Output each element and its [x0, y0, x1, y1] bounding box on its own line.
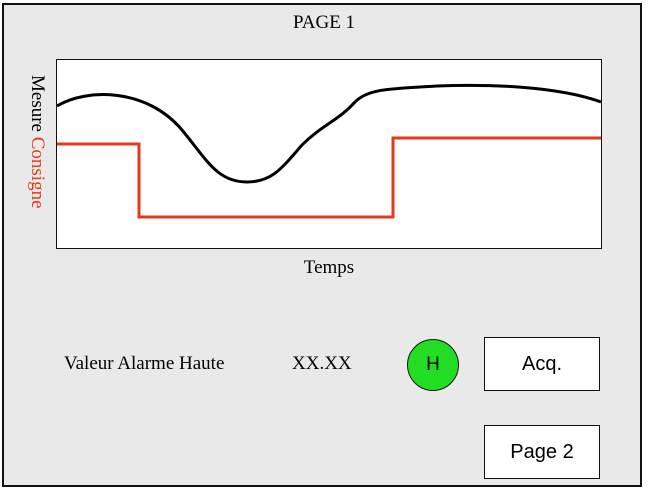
- consigne-line: [57, 136, 601, 219]
- indicator-label: H: [426, 354, 440, 375]
- y-label-consigne: Consigne: [27, 136, 48, 209]
- trend-chart-svg: [57, 83, 601, 219]
- y-label-mesure: Mesure: [27, 75, 48, 132]
- alarm-high-label: Valeur Alarme Haute: [64, 353, 225, 374]
- acknowledge-button[interactable]: Acq.: [484, 337, 600, 391]
- alarm-high-value: XX.XX: [292, 353, 352, 374]
- page-2-button[interactable]: Page 2: [484, 425, 600, 479]
- page-title: PAGE 1: [292, 12, 356, 33]
- page-2-button-label: Page 2: [510, 440, 574, 463]
- screen-frame: PAGE 1 Mesure Consigne Temps Valeur Alar…: [2, 3, 642, 487]
- y-axis-label: Mesure Consigne: [26, 75, 48, 209]
- acknowledge-button-label: Acq.: [521, 352, 563, 375]
- x-axis-label: Temps: [303, 257, 355, 278]
- trend-chart: [56, 59, 602, 249]
- high-alarm-indicator: H: [407, 339, 459, 391]
